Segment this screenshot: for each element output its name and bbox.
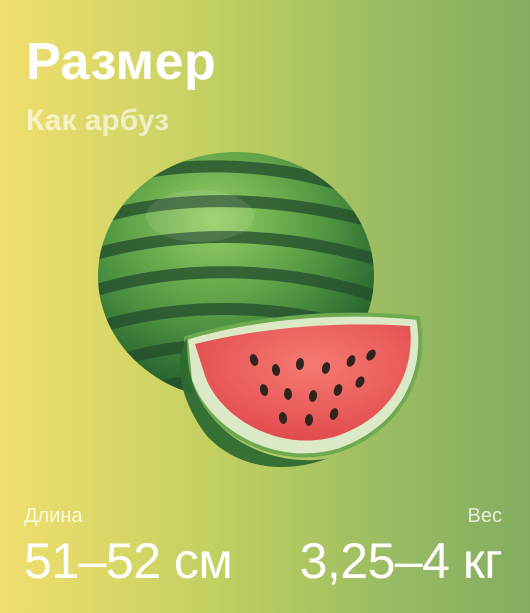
weight-value: 3,25–4 кг xyxy=(299,533,503,589)
size-card: Размер Как арбуз Длина 51–52 см Вес 3,25… xyxy=(0,0,530,613)
length-label: Длина xyxy=(24,505,83,527)
page-title: Размер xyxy=(26,33,217,91)
length-value: 51–52 см xyxy=(24,533,233,589)
weight-label: Вес xyxy=(467,505,502,527)
watermelon-icon xyxy=(98,152,423,468)
page-subtitle: Как арбуз xyxy=(26,104,170,137)
